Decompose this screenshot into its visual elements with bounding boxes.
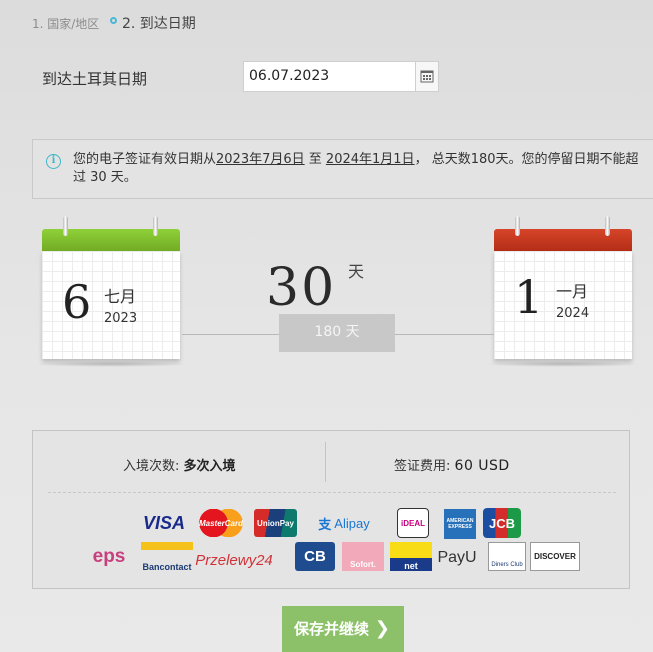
valid-from-date: 2023年7月6日 <box>216 152 305 167</box>
start-date-calendar: 6 七月 2023 <box>32 216 190 367</box>
calendar-ring-icon <box>515 216 520 236</box>
calendar-icon <box>420 70 434 83</box>
visa-logo: VISA <box>142 512 185 533</box>
calendar-ring-icon <box>153 216 158 236</box>
save-and-continue-label: 保存并继续 <box>294 620 370 638</box>
end-year: 2024 <box>556 306 590 321</box>
klarna-net-logo: net <box>390 542 432 571</box>
stay-days-unit: 天 <box>348 262 365 281</box>
breadcrumb-step-country[interactable]: 1. 国家/地区 <box>32 15 99 32</box>
calendar-picker-button[interactable] <box>415 61 439 92</box>
sofort-logo: Sofort. <box>342 542 384 571</box>
calendar-shadow <box>484 361 642 367</box>
alipay-logo: 支 Alipay <box>313 509 375 537</box>
info-text-middle: 至 <box>304 152 326 167</box>
bancontact-logo: Bancontact <box>141 542 193 572</box>
jcb-logo: JCB <box>483 508 521 538</box>
start-day: 6 <box>62 275 92 329</box>
arrival-date-label: 到达土耳其日期 <box>42 70 148 88</box>
eps-logo: eps <box>92 546 126 567</box>
validity-info-text: 您的电子签证有效日期从2023年7月6日 至 2024年1月1日， 总天数180… <box>73 151 648 187</box>
current-step-dot-icon <box>110 17 117 24</box>
entries-label: 入境次数: <box>123 459 180 474</box>
stay-days-number: 30 <box>266 258 337 318</box>
start-month: 七月 <box>104 287 137 306</box>
start-year: 2023 <box>104 311 138 326</box>
calendar-shadow <box>32 361 190 367</box>
cb-logo: CB <box>295 542 335 571</box>
fee-value: 60 USD <box>454 458 510 474</box>
info-text-prefix: 您的电子签证有效日期从 <box>73 152 217 167</box>
arrival-date-input[interactable]: 06.07.2023 <box>243 61 415 92</box>
breadcrumb-step-arrival-date: 2. 到达日期 <box>122 16 196 32</box>
calendar-ring-icon <box>63 216 68 236</box>
end-date-calendar: 1 一月 2024 <box>484 216 642 367</box>
diners-club-logo: Diners Club <box>488 542 526 571</box>
entries-info: 入境次数: 多次入境 <box>123 455 236 474</box>
alipay-text: Alipay <box>334 515 370 531</box>
summary-dashed-divider <box>48 492 616 493</box>
valid-to-date: 2024年1月1日 <box>325 152 415 167</box>
summary-divider <box>325 442 326 482</box>
fee-info: 签证费用: 60 USD <box>394 455 510 474</box>
unionpay-logo: UnionPay <box>254 509 297 537</box>
alipay-mark-icon: 支 <box>318 516 332 532</box>
end-month: 一月 <box>556 282 589 301</box>
total-validity-badge: 180 天 <box>279 314 395 352</box>
przelewy24-logo: Przelewy24 <box>195 551 273 569</box>
save-and-continue-button[interactable]: 保存并继续 ❯ <box>282 606 404 652</box>
end-day: 1 <box>514 270 544 324</box>
entries-value: 多次入境 <box>183 459 236 474</box>
discover-logo: DISCOVER <box>530 542 580 571</box>
payu-logo: PayU <box>437 549 477 566</box>
fee-label: 签证费用: <box>394 459 451 474</box>
amex-logo: AMERICAN EXPRESS <box>444 509 476 539</box>
calendar-ring-icon <box>605 216 610 236</box>
info-icon: i <box>46 154 61 169</box>
chevron-right-icon: ❯ <box>374 618 390 639</box>
mastercard-logo: MasterCard <box>196 509 246 537</box>
ideal-logo: iDEAL <box>397 508 429 538</box>
